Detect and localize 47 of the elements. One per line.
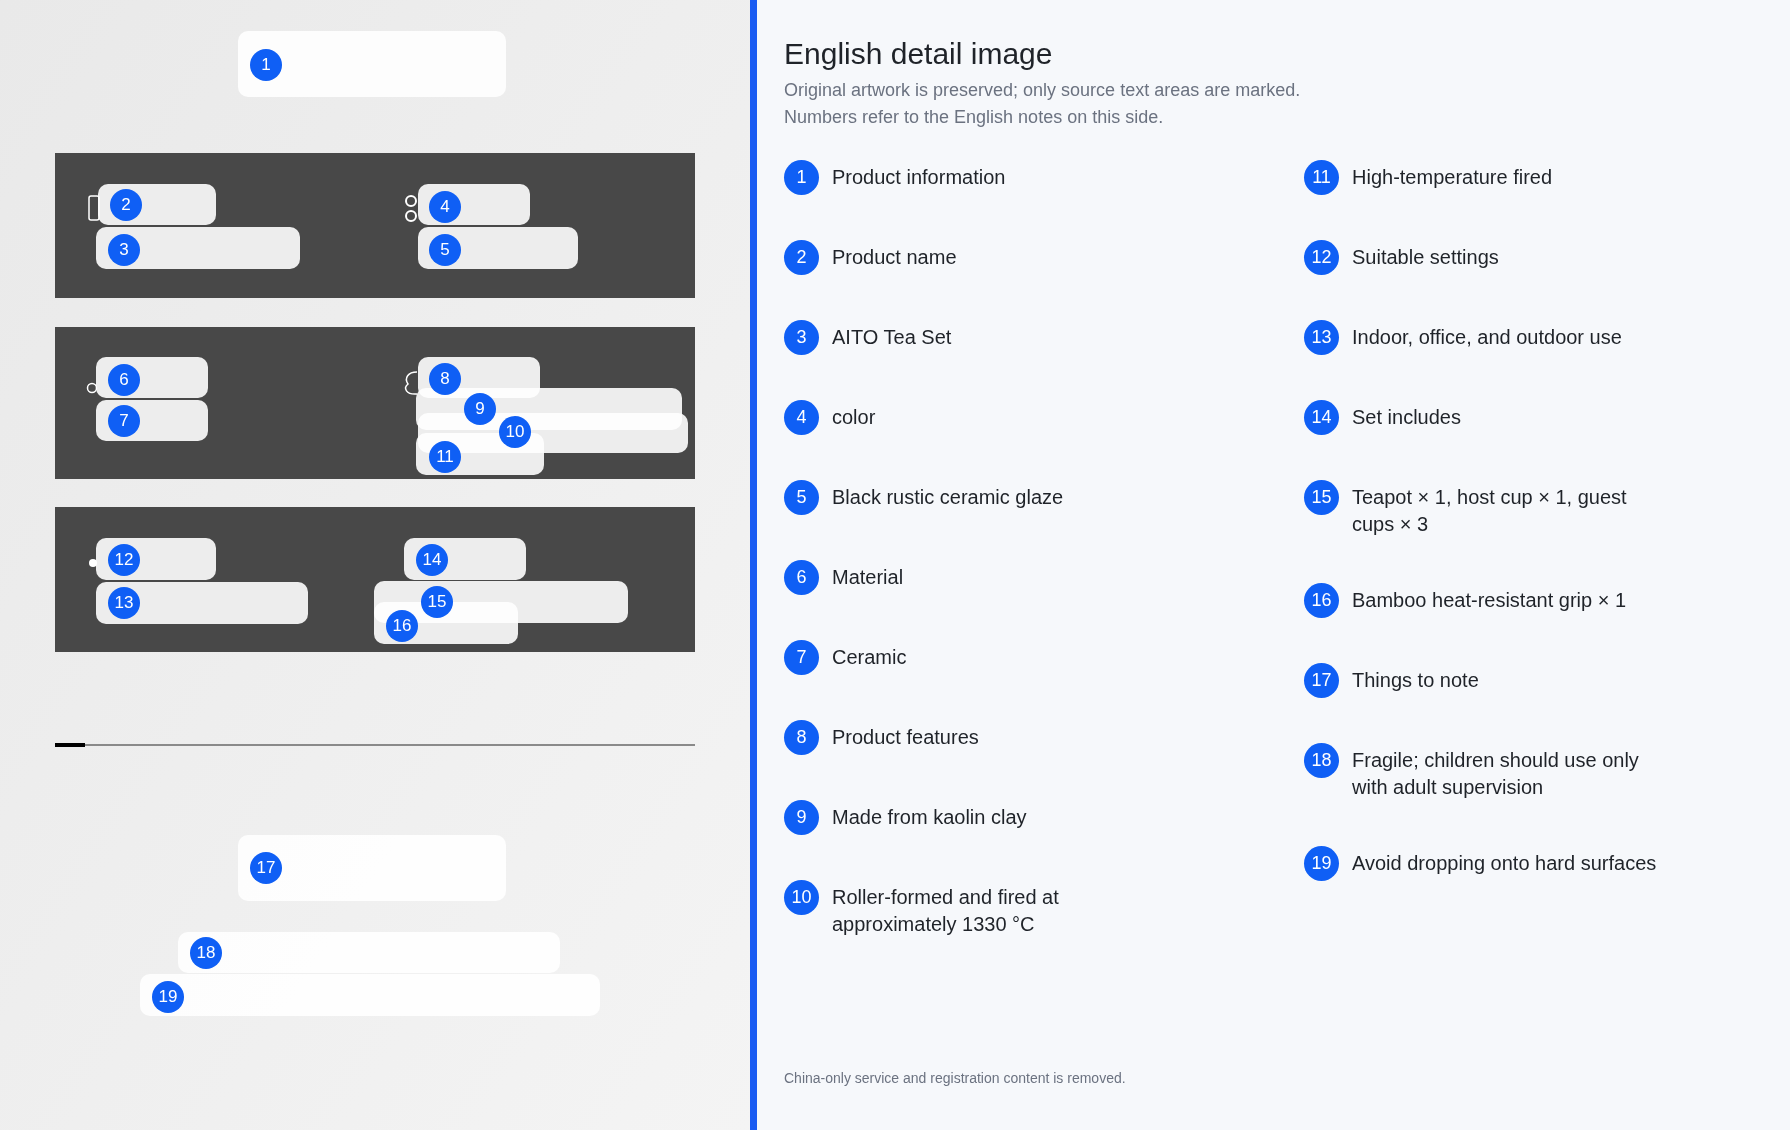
- number-badge: 9: [784, 800, 819, 835]
- number-badge: 1: [784, 160, 819, 195]
- subtitle-line: Numbers refer to the English notes on this side.: [784, 106, 1164, 129]
- note-text: High-temperature fired: [1352, 165, 1553, 190]
- number-badge: 16: [1304, 583, 1339, 618]
- note-text: Suitable settings: [1352, 245, 1499, 270]
- progress-mark: [55, 743, 85, 747]
- number-badge: 15: [1304, 480, 1339, 515]
- number-badge: 6: [784, 560, 819, 595]
- note-text: Product information: [832, 165, 1006, 190]
- subtitle-line: Original artwork is preserved; only source text areas are marked.: [784, 79, 1301, 102]
- note-text: Things to note: [1352, 668, 1479, 693]
- note-text: Product features: [832, 725, 979, 750]
- note-text: Set includes: [1352, 405, 1461, 430]
- note-text: AITO Tea Set: [832, 325, 952, 350]
- number-badge: 18: [1304, 743, 1339, 778]
- ring-icon: [86, 381, 98, 395]
- number-badge: 2: [784, 240, 819, 275]
- note-text: Product name: [832, 245, 957, 270]
- cloud-icon: [402, 368, 418, 398]
- footer-note: China-only service and registration content is removed.: [784, 1069, 1126, 1088]
- number-badge: 10: [784, 880, 819, 915]
- number-badge: 5: [784, 480, 819, 515]
- note-text: Bamboo heat-resistant grip × 1: [1352, 588, 1627, 613]
- note-text: Black rustic ceramic glaze: [832, 485, 1064, 510]
- note-text: Material: [832, 565, 904, 590]
- note-text: Roller-formed and fired at approximately 1330 °C: [832, 885, 1060, 937]
- note-text: Teapot × 1, host cup × 1, guest cups × 3: [1352, 485, 1628, 537]
- number-badge: 17: [1304, 663, 1339, 698]
- circles-icon: [404, 194, 418, 224]
- dot-icon: [89, 559, 97, 567]
- note-text: Ceramic: [832, 645, 907, 670]
- number-badge: 13: [1304, 320, 1339, 355]
- number-badge: 7: [784, 640, 819, 675]
- note-text: color: [832, 405, 876, 430]
- note-text: Avoid dropping onto hard surfaces: [1352, 851, 1657, 876]
- number-badge: 11: [1304, 160, 1339, 195]
- note-text: Made from kaolin clay: [832, 805, 1027, 830]
- number-badge: 3: [784, 320, 819, 355]
- note-text: Indoor, office, and outdoor use: [1352, 325, 1622, 350]
- number-badge: 12: [1304, 240, 1339, 275]
- number-badge: 19: [1304, 846, 1339, 881]
- note-text: Fragile; children should use only with adult supervision: [1352, 748, 1640, 800]
- number-badge: 4: [784, 400, 819, 435]
- number-badge: 8: [784, 720, 819, 755]
- panel-title: English detail image: [784, 36, 1053, 72]
- number-badge: 14: [1304, 400, 1339, 435]
